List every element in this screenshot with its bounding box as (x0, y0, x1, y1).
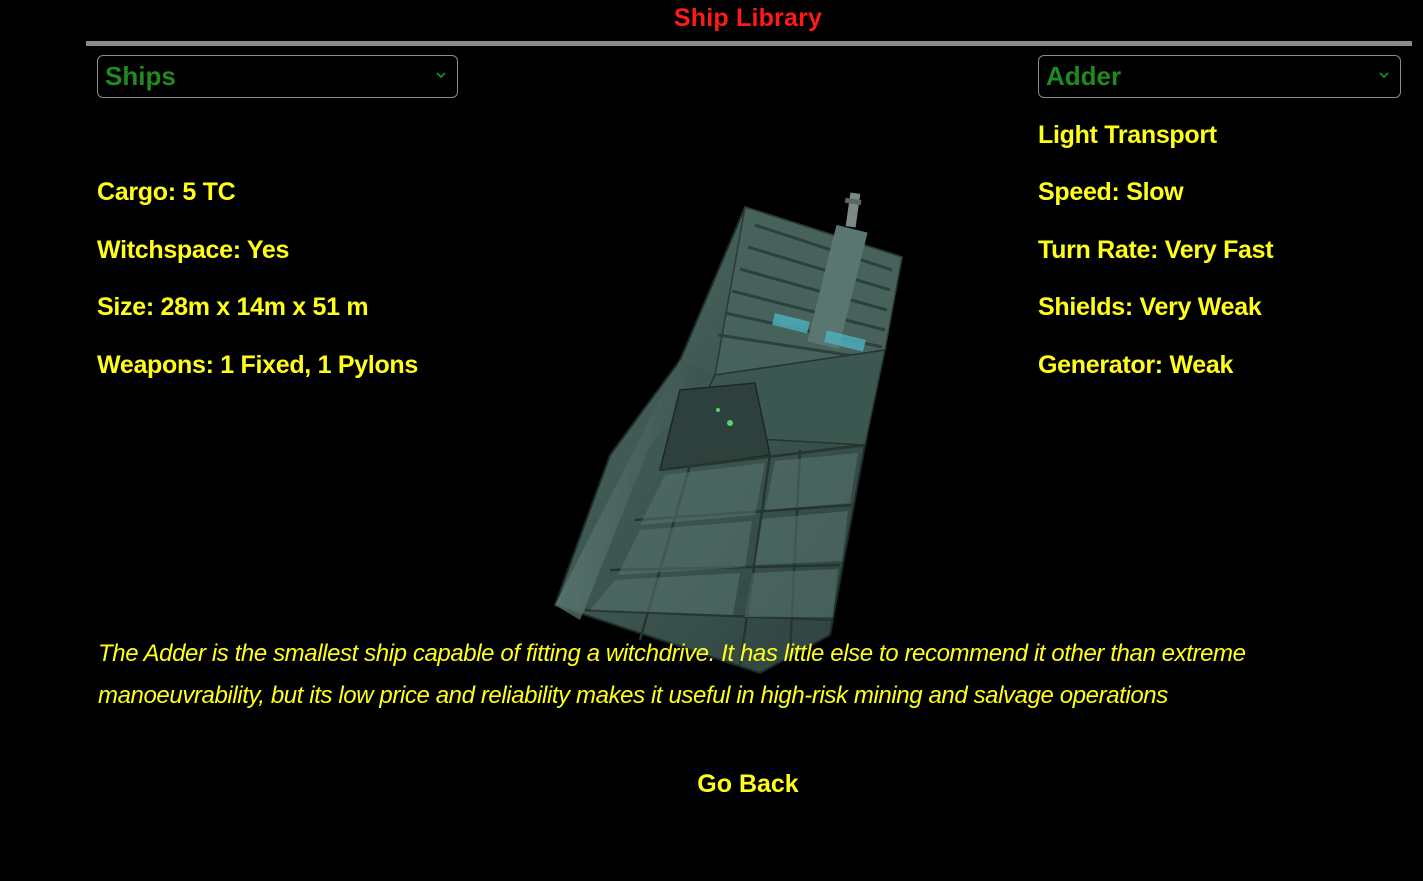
go-back-button-row: Go Back (0, 770, 1423, 799)
ship-library-screen: Ship Library Ships Adder Cargo: 5 TC Wit… (0, 0, 1423, 881)
stat-generator: Generator: Weak (1038, 351, 1234, 379)
page-title: Ship Library (673, 4, 823, 32)
ship-role: Light Transport (1038, 121, 1217, 149)
stat-size: Size: 28m x 14m x 51 m (97, 293, 369, 321)
stat-cargo: Cargo: 5 TC (97, 178, 236, 206)
chevron-down-icon (1379, 72, 1389, 79)
ship-model-image (553, 192, 904, 675)
stat-turn-rate: Turn Rate: Very Fast (1038, 236, 1274, 264)
stat-witchspace: Witchspace: Yes (97, 236, 290, 264)
stat-speed: Speed: Slow (1038, 178, 1184, 206)
ship-description: The Adder is the smallest ship capable o… (98, 640, 1246, 709)
ship-dropdown-value: Adder (1046, 61, 1122, 91)
category-dropdown[interactable]: Ships (97, 55, 458, 98)
ship-dropdown[interactable]: Adder (1038, 55, 1401, 98)
chevron-down-icon (436, 72, 446, 79)
go-back-button[interactable]: Go Back (697, 770, 798, 798)
title-divider (86, 41, 1412, 46)
stat-shields: Shields: Very Weak (1038, 293, 1262, 321)
stat-weapons: Weapons: 1 Fixed, 1 Pylons (97, 351, 418, 379)
category-dropdown-value: Ships (105, 61, 176, 91)
